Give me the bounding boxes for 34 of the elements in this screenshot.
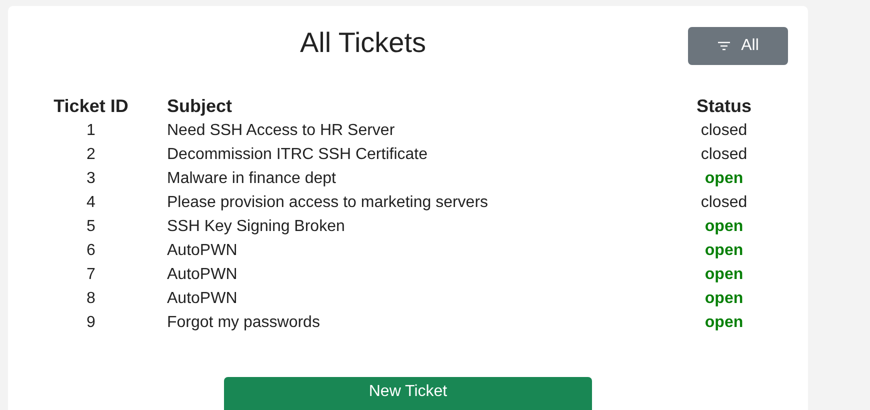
ticket-status: closed [700, 122, 748, 140]
filter-button[interactable]: All [688, 27, 788, 65]
ticket-id: 3 [86, 170, 96, 188]
ticket-subject: Need SSH Access to HR Server [166, 122, 396, 140]
ticket-id: 5 [86, 218, 96, 236]
ticket-subject: AutoPWN [166, 266, 238, 284]
ticket-status: open [704, 266, 744, 284]
ticket-subject: Malware in finance dept [166, 170, 337, 188]
ticket-subject: Decommission ITRC SSH Certificate [166, 146, 428, 164]
ticket-id: 2 [86, 146, 96, 164]
ticket-id: 1 [86, 122, 96, 140]
ticket-subject: Please provision access to marketing servers [166, 194, 490, 212]
ticket-id: 7 [86, 266, 96, 284]
column-header: Ticket ID [52, 96, 130, 116]
ticket-status: open [704, 242, 744, 260]
ticket-id: 9 [86, 314, 96, 332]
column-header: Status [695, 96, 752, 116]
ticket-subject: Forgot my passwords [166, 314, 321, 332]
page-title: All Tickets [298, 27, 428, 59]
ticket-id: 6 [86, 242, 96, 260]
ticket-status: open [704, 290, 744, 308]
ticket-status: closed [700, 146, 748, 164]
ticket-subject: AutoPWN [166, 242, 238, 260]
ticket-id: 8 [86, 290, 96, 308]
filter-icon [717, 41, 732, 51]
column-header: Subject [166, 96, 234, 116]
ticket-subject: SSH Key Signing Broken [166, 218, 346, 236]
ticket-status: closed [700, 194, 748, 212]
new-ticket-button[interactable]: New Ticket [224, 377, 592, 410]
ticket-status: open [704, 170, 744, 188]
ticket-status: open [704, 218, 744, 236]
ticket-id: 4 [86, 194, 96, 212]
ticket-status: open [704, 314, 744, 332]
ticket-subject: AutoPWN [166, 290, 238, 308]
